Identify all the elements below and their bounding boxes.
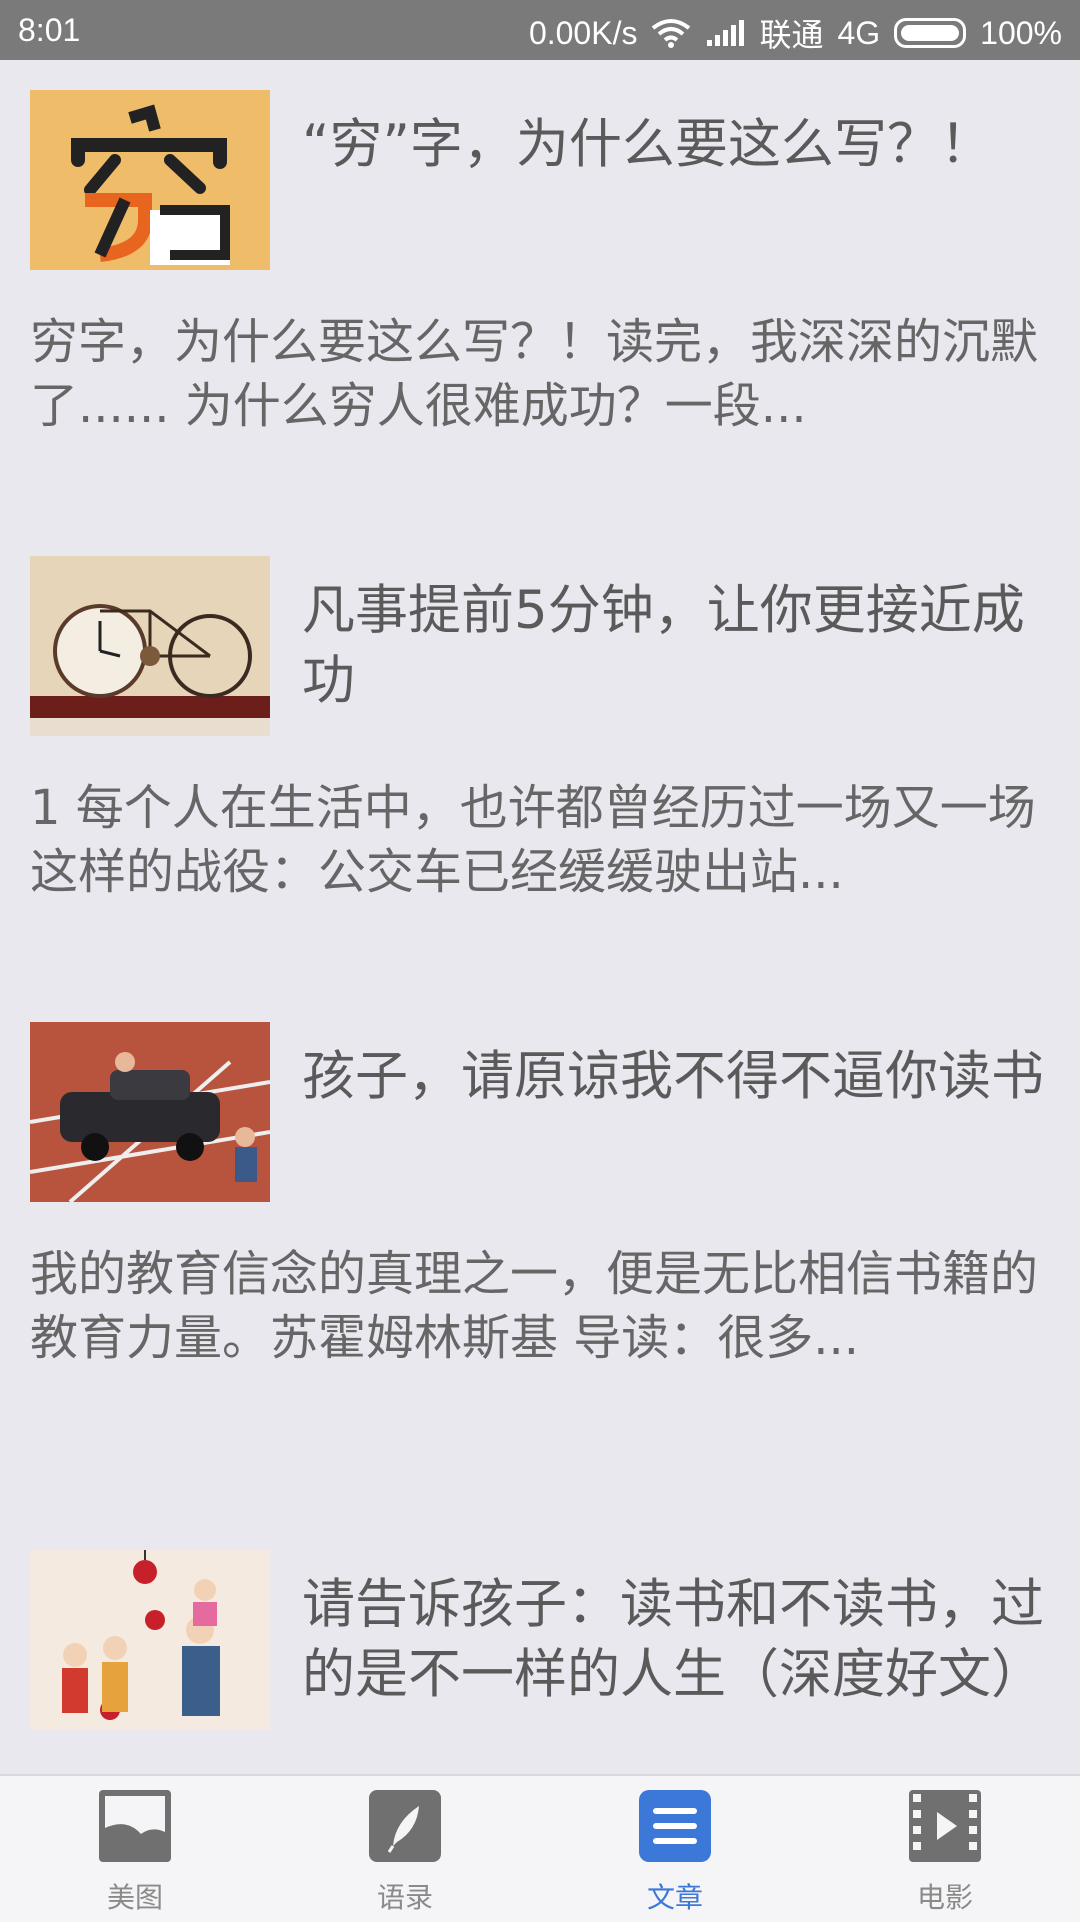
bottom-nav: 美图 语录 文章 电影 (0, 1774, 1080, 1922)
film-icon (909, 1790, 981, 1862)
article-item[interactable]: “穷”字，为什么要这么写？！ 穷字，为什么要这么写？！读完，我深深的沉默了...… (0, 90, 1080, 530)
status-bar: 8:01 0.00K/s 联通 4G 100% (0, 0, 1080, 60)
article-feed[interactable]: “穷”字，为什么要这么写？！ 穷字，为什么要这么写？！读完，我深深的沉默了...… (0, 60, 1080, 1774)
tab-meitu[interactable]: 美图 (0, 1776, 270, 1922)
article-icon (639, 1790, 711, 1862)
article-thumbnail (30, 1550, 270, 1730)
battery-level: 100% (980, 14, 1062, 51)
tab-label: 美图 (106, 1881, 163, 1914)
network-speed: 0.00K/s (528, 14, 638, 51)
image-icon (99, 1790, 171, 1862)
article-summary[interactable]: 穷字，为什么要这么写？！读完，我深深的沉默了...... 为什么穷人很难成功？一… (30, 310, 1060, 438)
wifi-icon (652, 19, 691, 48)
tab-label: 语录 (376, 1881, 433, 1914)
tab-label: 电影 (916, 1881, 973, 1914)
article-summary[interactable]: 1 每个人在生活中，也许都曾经历过一场又一场这样的战役：公交车已经缓缓驶出站..… (30, 776, 1060, 904)
network-type: 4G (837, 14, 881, 51)
tab-dianying[interactable]: 电影 (810, 1776, 1080, 1922)
battery-icon (894, 18, 967, 48)
article-title[interactable]: 凡事提前5分钟，让你更接近成功 (302, 576, 1052, 716)
article-summary[interactable]: 我的教育信念的真理之一，便是无比相信书籍的教育力量。苏霍姆林斯基 导读：很多..… (30, 1242, 1060, 1370)
tab-yulu[interactable]: 语录 (270, 1776, 540, 1922)
article-item[interactable]: 请告诉孩子：读书和不读书，过的是不一样的人生（深度好文） (0, 1550, 1080, 1774)
status-time: 8:01 (18, 12, 81, 48)
article-title[interactable]: “穷”字，为什么要这么写？！ (302, 110, 1052, 180)
tab-wenzhang[interactable]: 文章 (540, 1776, 810, 1922)
article-title[interactable]: 请告诉孩子：读书和不读书，过的是不一样的人生（深度好文） (302, 1570, 1052, 1710)
article-title[interactable]: 孩子，请原谅我不得不逼你读书 (302, 1042, 1052, 1112)
tab-label: 文章 (646, 1881, 703, 1914)
article-thumbnail (30, 1022, 270, 1202)
feather-icon (369, 1790, 441, 1862)
article-item[interactable]: 凡事提前5分钟，让你更接近成功 1 每个人在生活中，也许都曾经历过一场又一场这样… (0, 556, 1080, 996)
article-thumbnail (30, 90, 270, 270)
article-item[interactable]: 孩子，请原谅我不得不逼你读书 我的教育信念的真理之一，便是无比相信书籍的教育力量… (0, 1022, 1080, 1502)
signal-icon (707, 20, 745, 46)
article-thumbnail (30, 556, 270, 736)
carrier-name: 联通 (759, 17, 824, 53)
